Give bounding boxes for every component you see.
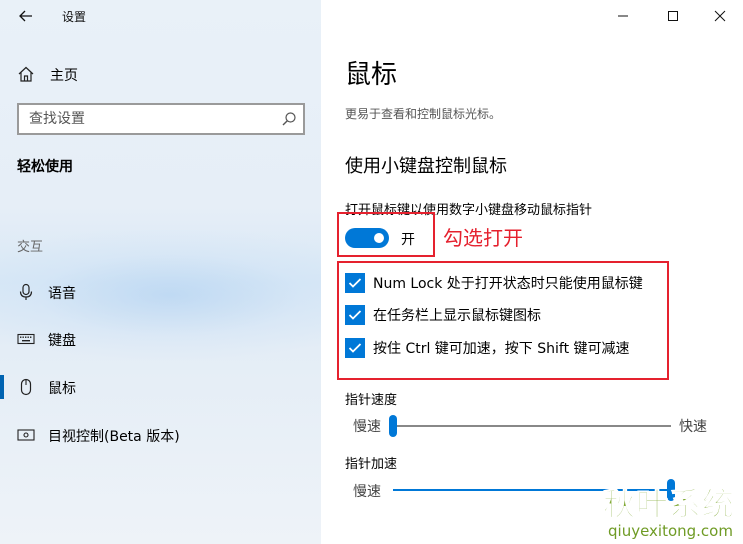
mouse-icon: [20, 378, 32, 396]
pointer-speed-thumb[interactable]: [389, 415, 397, 437]
annotation-note: 勾选打开: [443, 226, 523, 250]
pointer-speed-track[interactable]: [393, 425, 671, 427]
watermark-url: qiuyexitong.com: [608, 522, 733, 540]
eye-control-icon: [17, 429, 35, 441]
search-input[interactable]: [19, 105, 269, 133]
back-arrow-icon: [19, 10, 32, 22]
search-box[interactable]: [17, 103, 305, 135]
pointer-speed-min-label: 慢速: [353, 419, 381, 435]
back-button[interactable]: [10, 4, 42, 28]
annotation-box-toggle: [337, 212, 435, 257]
minimize-icon: [618, 15, 628, 17]
sidebar-item-label: 目视控制(Beta 版本): [48, 429, 180, 445]
sidebar-item-mouse[interactable]: 鼠标: [0, 367, 321, 407]
annotation-box-checkboxes: [337, 261, 669, 380]
minimize-button[interactable]: [598, 0, 648, 32]
sidebar-item-label: 鼠标: [48, 381, 76, 397]
pointer-speed-max-label: 快速: [679, 419, 707, 435]
title-bar: 设置: [0, 0, 321, 32]
watermark-logo-text: 秋叶系统: [602, 485, 736, 524]
close-button[interactable]: [695, 0, 743, 32]
selected-indicator: [0, 375, 4, 399]
pointer-accel-min-label: 慢速: [353, 484, 381, 500]
home-icon: [18, 66, 34, 82]
sidebar-group-label: 交互: [17, 240, 44, 255]
sidebar-item-label: 语音: [48, 286, 76, 302]
search-icon[interactable]: [281, 111, 297, 127]
sidebar-item-keyboard[interactable]: 键盘: [0, 319, 321, 359]
page-title: 鼠标: [345, 60, 398, 90]
pointer-accel-label: 指针加速: [345, 457, 398, 472]
close-icon: [714, 10, 726, 22]
sidebar-item-home[interactable]: 主页: [0, 58, 321, 90]
keyboard-icon: [17, 333, 35, 345]
sidebar-item-speech[interactable]: 语音: [0, 272, 321, 312]
pointer-speed-label: 指针速度: [345, 393, 398, 408]
sidebar-item-eye-control[interactable]: 目视控制(Beta 版本): [0, 415, 321, 455]
page-subtitle: 更易于查看和控制鼠标光标。: [345, 107, 502, 121]
sidebar-category-title: 轻松使用: [17, 159, 73, 175]
maximize-icon: [668, 11, 678, 21]
microphone-icon: [19, 283, 33, 300]
main-content: 鼠标 更易于查看和控制鼠标光标。 使用小键盘控制鼠标 打开鼠标键以使用数字小键盘…: [321, 0, 743, 544]
app-title: 设置: [62, 10, 87, 24]
sidebar-item-label: 键盘: [48, 333, 76, 349]
sidebar: 设置 主页 轻松使用 交互 语音 键: [0, 0, 321, 544]
section-heading: 使用小键盘控制鼠标: [345, 156, 507, 177]
sidebar-item-label: 主页: [50, 68, 78, 84]
maximize-button[interactable]: [648, 0, 698, 32]
